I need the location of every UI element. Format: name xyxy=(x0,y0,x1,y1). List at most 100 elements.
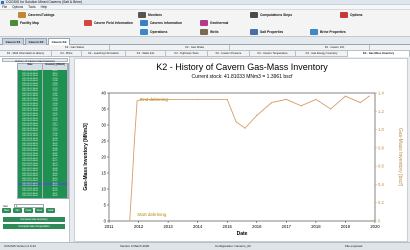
data-point xyxy=(256,114,258,116)
wells-button[interactable]: Wells xyxy=(200,28,219,35)
panel-title: History of Cavern Gas Inventory xyxy=(2,58,68,63)
clear-button[interactable]: Clear xyxy=(24,208,33,213)
gear-icon xyxy=(340,11,348,18)
compute-composition-button[interactable]: Compute Gas Composition xyxy=(3,224,65,229)
subtab-cavern-temperature[interactable]: K2 - Cavern Temperature xyxy=(250,51,296,57)
info-icon xyxy=(140,19,148,26)
data-point xyxy=(330,108,332,110)
save-button[interactable]: Save xyxy=(35,208,44,213)
subtab-tightness-tests[interactable]: K2 - Tightness Tests xyxy=(166,51,208,57)
compute-inventory-button[interactable]: Compute Gas Inventory xyxy=(3,217,65,222)
tab-cavern-k1[interactable]: Cavern K1 xyxy=(2,38,24,45)
chart-panel: K2 - History of Cavern Gas-Mass Inventor… xyxy=(74,58,408,242)
field-icon xyxy=(84,19,92,26)
geothermal-button[interactable]: Geothermal xyxy=(200,19,228,26)
table-row[interactable]: 2017-02-24 00:00 36.45 xyxy=(18,195,68,198)
y2-tick-label: 0.4 xyxy=(378,182,384,187)
menu-tools[interactable]: Tools xyxy=(28,5,35,9)
operations-button[interactable]: Operations xyxy=(140,28,167,35)
chart-title: K2 - History of Cavern Gas-Mass Inventor… xyxy=(156,62,328,72)
data-point xyxy=(226,98,228,100)
y-tick-label: 20 xyxy=(101,155,106,160)
y-axis-label: Gas-Mass Inventory [MNm3] xyxy=(83,123,89,191)
status-message: File exported xyxy=(345,244,363,248)
y-tick-label: 40 xyxy=(101,91,106,96)
status-version: COGSIS Version 2.3.44 xyxy=(4,244,36,248)
salt-properties-button[interactable]: Salt Properties xyxy=(250,28,283,35)
table-body: 2017-01-05 00:00 38.18 2017-01-06 00:00 38.… xyxy=(18,70,68,198)
y-tick-label: 5 xyxy=(104,203,107,208)
well-icon xyxy=(200,28,208,35)
y-tick-label: 0 xyxy=(104,219,107,224)
window-title: COGSIS for Solution Mined Caverns (Salt … xyxy=(6,0,83,4)
subtab-leaching-info[interactable]: K2 - Leaching Information xyxy=(82,51,126,57)
monitors-button[interactable]: Monitors xyxy=(138,11,162,18)
y-tick-label: 25 xyxy=(101,139,106,144)
x-tick-label: 2014 xyxy=(193,224,203,229)
data-point xyxy=(270,102,273,104)
data-point xyxy=(131,182,133,184)
operations-icon xyxy=(140,28,148,35)
y-tick-label: 15 xyxy=(101,171,106,176)
subtab-gas-energy[interactable]: K2 - Gas Energy Inventory xyxy=(296,51,348,57)
computation-steps-button[interactable]: Computations Steps xyxy=(250,11,292,18)
chart-annotation: Start debrining xyxy=(137,212,167,217)
facility-map-button[interactable]: Facility Map xyxy=(10,19,39,26)
data-point xyxy=(285,98,287,100)
data-point xyxy=(359,102,361,104)
options-button[interactable]: Options xyxy=(340,11,362,18)
data-point xyxy=(368,95,370,97)
cell-inventory: 36.45 xyxy=(43,195,68,198)
data-point xyxy=(235,121,237,123)
map-icon xyxy=(10,19,18,26)
data-point xyxy=(136,100,138,102)
y2-tick-label: 0.8 xyxy=(378,145,384,150)
inventory-history-panel: History of Cavern Gas Inventory Date Inv… xyxy=(0,57,70,242)
chart-subtitle: Current stock: 41.81033 MNm3 = 1.3961 bs… xyxy=(191,74,293,80)
brine-icon xyxy=(310,28,318,35)
cavern-field-info-button[interactable]: Cavern Field Information xyxy=(84,19,133,26)
menu-options[interactable]: Options xyxy=(12,5,23,9)
caverns-info-button[interactable]: Caverns Information xyxy=(140,19,182,26)
x-tick-label: 2017 xyxy=(282,224,292,229)
y2-tick-label: 0.6 xyxy=(378,164,384,169)
y-tick-label: 10 xyxy=(101,187,106,192)
subtab-gas-mass[interactable]: K2 - Gas Mass Inventory xyxy=(348,51,410,57)
menu-help[interactable]: Help xyxy=(41,5,48,9)
load-button[interactable]: Load xyxy=(46,208,55,213)
data-point xyxy=(244,127,246,129)
y2-axis-label: Gas-Mass Inventory [bscf] xyxy=(397,128,403,187)
salt-icon xyxy=(250,28,258,35)
subtab-wells-info[interactable]: K2 - Wells Info xyxy=(126,51,166,57)
cavern-tabs: Cavern K1 Cavern K2 Cavern K3 xyxy=(0,37,410,45)
caverns-tubings-button[interactable]: Caverns/Tubings xyxy=(18,11,55,18)
x-tick-label: 2015 xyxy=(223,224,233,229)
data-point xyxy=(129,220,131,222)
new-button[interactable]: New xyxy=(2,208,11,213)
tab-cavern-k3[interactable]: Cavern K3 xyxy=(48,38,70,45)
x-tick-label: 2016 xyxy=(252,224,262,229)
monitor-icon xyxy=(138,11,146,18)
geothermal-icon xyxy=(200,19,208,26)
steps-icon xyxy=(250,11,258,18)
y-tick-label: 30 xyxy=(101,123,106,128)
subtab-cavern-pressure[interactable]: K2 - Cavern Pressure xyxy=(208,51,250,57)
x-tick-label: 2019 xyxy=(341,224,351,229)
cell-date: 2017-02-24 00:00 xyxy=(18,195,43,198)
delete-button[interactable]: Del xyxy=(13,208,22,213)
data-point xyxy=(133,140,136,142)
x-tick-label: 2020 xyxy=(370,224,380,229)
y2-tick-label: 1.2 xyxy=(378,109,384,114)
data-point xyxy=(197,98,199,100)
gas-mass-chart: K2 - History of Cavern Gas-Mass Inventor… xyxy=(83,62,403,237)
y2-tick-label: 1.4 xyxy=(378,91,384,96)
tab-cavern-k2[interactable]: Cavern K2 xyxy=(25,38,47,45)
brine-properties-button[interactable]: Brine Properties xyxy=(310,28,346,35)
data-point xyxy=(300,105,302,107)
caverns-icon xyxy=(18,11,26,18)
status-config: Configuration: Caverns_03 xyxy=(215,244,251,248)
x-tick-label: 2012 xyxy=(134,224,144,229)
inventory-table[interactable]: Date Inventory [MNm3] 2017-01-05 00:00 38… xyxy=(17,63,69,199)
menu-file[interactable]: File xyxy=(2,5,7,9)
y2-tick-label: 1.0 xyxy=(378,127,384,132)
